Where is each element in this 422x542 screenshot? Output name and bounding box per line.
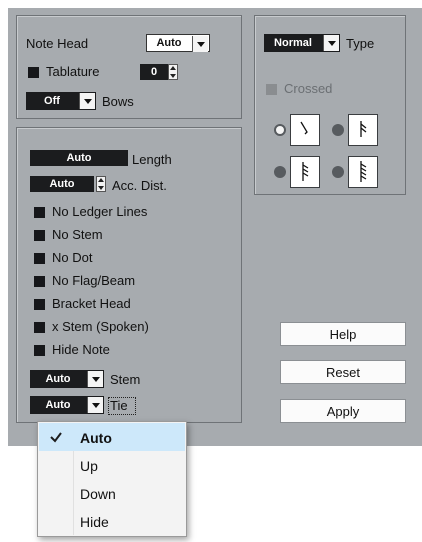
tie-menu-item-hide[interactable]: Hide xyxy=(39,507,185,535)
tie-menu-item-up[interactable]: Up xyxy=(39,451,185,479)
bows-label: Bows xyxy=(102,94,134,109)
type-label: Type xyxy=(346,36,375,51)
no-stem-label: No Stem xyxy=(52,227,103,242)
chevron-down-icon xyxy=(79,93,95,109)
reset-button[interactable]: Reset xyxy=(280,360,406,384)
acc-dist-label: Acc. Dist. xyxy=(112,178,167,193)
acc-dist-spinner[interactable] xyxy=(96,176,106,192)
tie-menu-item-label: Hide xyxy=(80,514,109,530)
help-button[interactable]: Help xyxy=(280,322,406,346)
stem-value: Auto xyxy=(45,373,71,385)
bracket-head-checkbox[interactable] xyxy=(34,299,45,310)
tie-value: Auto xyxy=(45,399,71,411)
type-value: Normal xyxy=(274,37,312,49)
tie-dropdown[interactable]: Auto xyxy=(30,396,104,414)
acc-dist-field[interactable]: Auto xyxy=(30,176,94,192)
no-ledger-lines-checkbox[interactable] xyxy=(34,207,45,218)
tie-menu-item-auto[interactable]: Auto xyxy=(39,423,185,451)
type-dropdown[interactable]: Normal xyxy=(264,34,340,52)
note-type-radio-1[interactable] xyxy=(274,124,286,136)
x-stem-spoken-label: x Stem (Spoken) xyxy=(52,319,149,334)
note-head-value: Auto xyxy=(156,37,182,49)
tie-menu-item-label: Up xyxy=(80,458,98,474)
bows-value: Off xyxy=(44,95,60,107)
bracket-head-label: Bracket Head xyxy=(52,296,131,311)
note-type-radio-4[interactable] xyxy=(332,166,344,178)
note-type-radio-2[interactable] xyxy=(332,124,344,136)
crossed-checkbox[interactable] xyxy=(266,84,277,95)
tablature-checkbox[interactable] xyxy=(28,67,39,78)
note-properties-panel: Note Head Auto Tablature 0 Off Bows Norm… xyxy=(8,8,422,446)
length-field[interactable]: Auto xyxy=(30,150,128,166)
tie-dropdown-menu: Auto Up Down Hide xyxy=(37,421,187,537)
chevron-down-icon xyxy=(87,371,103,387)
tablature-label: Tablature xyxy=(46,64,100,79)
tablature-value-field[interactable]: 0 xyxy=(140,64,168,80)
eighth-note-icon[interactable] xyxy=(290,114,320,146)
chevron-down-icon xyxy=(192,36,208,52)
note-type-radio-3[interactable] xyxy=(274,166,286,178)
no-ledger-lines-label: No Ledger Lines xyxy=(52,204,148,219)
x-stem-spoken-checkbox[interactable] xyxy=(34,322,45,333)
no-flag-beam-label: No Flag/Beam xyxy=(52,273,136,288)
bows-dropdown[interactable]: Off xyxy=(26,92,96,110)
sixteenth-note-icon[interactable] xyxy=(348,114,378,146)
tie-menu-item-label: Down xyxy=(80,486,116,502)
tie-menu-item-down[interactable]: Down xyxy=(39,479,185,507)
hide-note-checkbox[interactable] xyxy=(34,345,45,356)
tie-label: Tie xyxy=(110,398,128,413)
chevron-down-icon xyxy=(87,397,103,413)
no-stem-checkbox[interactable] xyxy=(34,230,45,241)
tablature-spinner[interactable] xyxy=(168,64,178,80)
crossed-label: Crossed xyxy=(284,81,333,96)
apply-button[interactable]: Apply xyxy=(280,399,406,423)
note-head-label: Note Head xyxy=(26,36,89,51)
checkmark-icon xyxy=(50,432,62,443)
stem-label: Stem xyxy=(110,372,141,387)
note-head-dropdown[interactable]: Auto xyxy=(146,34,210,52)
no-dot-checkbox[interactable] xyxy=(34,253,45,264)
length-label: Length xyxy=(132,152,172,167)
sixty-fourth-note-icon[interactable] xyxy=(348,156,378,188)
chevron-down-icon xyxy=(323,35,339,51)
no-dot-label: No Dot xyxy=(52,250,93,265)
thirty-second-note-icon[interactable] xyxy=(290,156,320,188)
tie-menu-item-label: Auto xyxy=(80,430,112,446)
no-flag-beam-checkbox[interactable] xyxy=(34,276,45,287)
stem-dropdown[interactable]: Auto xyxy=(30,370,104,388)
hide-note-label: Hide Note xyxy=(52,342,110,357)
